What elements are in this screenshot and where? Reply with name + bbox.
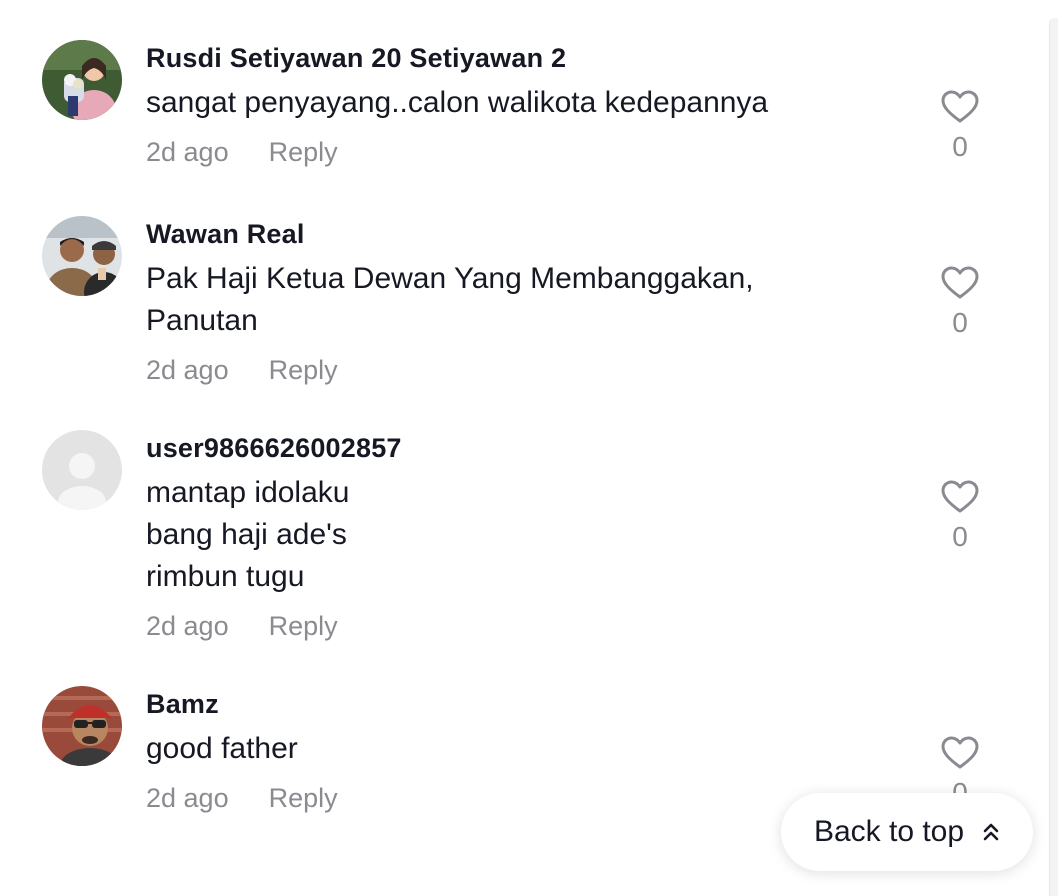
back-to-top-button[interactable]: Back to top	[781, 793, 1033, 871]
comment-body: Wawan Real Pak Haji Ketua Dewan Yang Mem…	[146, 216, 906, 390]
comment-body: Bamz good father 2d ago Reply	[146, 686, 906, 818]
comment-text: Pak Haji Ketua Dewan Yang Membanggakan, …	[146, 258, 906, 342]
username[interactable]: user9866626002857	[146, 430, 906, 466]
like-button[interactable]: 0	[940, 266, 980, 340]
comments-page: Rusdi Setiyawan 20 Setiyawan 2 sangat pe…	[0, 0, 1058, 896]
reply-button[interactable]: Reply	[269, 350, 338, 390]
heart-icon	[941, 736, 979, 769]
comment-text-line: rimbun tugu	[146, 560, 305, 593]
comment-body: Rusdi Setiyawan 20 Setiyawan 2 sangat pe…	[146, 40, 906, 172]
comment-text-line: Pak Haji Ketua Dewan Yang Membanggakan,	[146, 262, 754, 295]
comment-text: mantap idolaku bang haji ade's rimbun tu…	[146, 472, 906, 598]
comment-text: good father	[146, 728, 906, 770]
like-button[interactable]: 0	[940, 480, 980, 554]
avatar[interactable]	[42, 216, 122, 296]
like-button[interactable]: 0	[940, 90, 980, 164]
comment-text-line: sangat penyayang..calon walikota kedepan…	[146, 86, 769, 119]
heart-icon	[941, 266, 979, 299]
heart-icon	[941, 90, 979, 123]
double-chevron-up-icon	[983, 823, 999, 841]
username[interactable]: Bamz	[146, 686, 906, 722]
timestamp: 2d ago	[146, 611, 229, 641]
avatar[interactable]	[42, 40, 122, 120]
like-count: 0	[952, 521, 968, 552]
avatar[interactable]	[42, 686, 122, 766]
comment-text: sangat penyayang..calon walikota kedepan…	[146, 82, 906, 124]
reply-button[interactable]: Reply	[269, 132, 338, 172]
heart-icon	[941, 480, 979, 513]
like-count: 0	[952, 307, 968, 338]
comment-meta: 2d ago Reply	[146, 606, 906, 646]
timestamp: 2d ago	[146, 137, 229, 167]
timestamp: 2d ago	[146, 355, 229, 385]
comment-body: user9866626002857 mantap idolaku bang ha…	[146, 430, 906, 646]
comment-text-line: Panutan	[146, 304, 258, 337]
scrollbar[interactable]	[1049, 18, 1058, 896]
back-to-top-label: Back to top	[813, 815, 965, 848]
comment-text-line: bang haji ade's	[146, 518, 347, 551]
reply-button[interactable]: Reply	[269, 606, 338, 646]
reply-button[interactable]: Reply	[269, 778, 338, 818]
comment-text-line: mantap idolaku	[146, 476, 350, 509]
comment-text-line: good father	[146, 732, 298, 765]
comment-meta: 2d ago Reply	[146, 350, 906, 390]
avatar[interactable]	[42, 430, 122, 510]
like-count: 0	[952, 131, 968, 162]
username[interactable]: Wawan Real	[146, 216, 906, 252]
timestamp: 2d ago	[146, 783, 229, 813]
username[interactable]: Rusdi Setiyawan 20 Setiyawan 2	[146, 40, 906, 76]
default-avatar-icon	[42, 430, 122, 510]
comment-meta: 2d ago Reply	[146, 132, 906, 172]
